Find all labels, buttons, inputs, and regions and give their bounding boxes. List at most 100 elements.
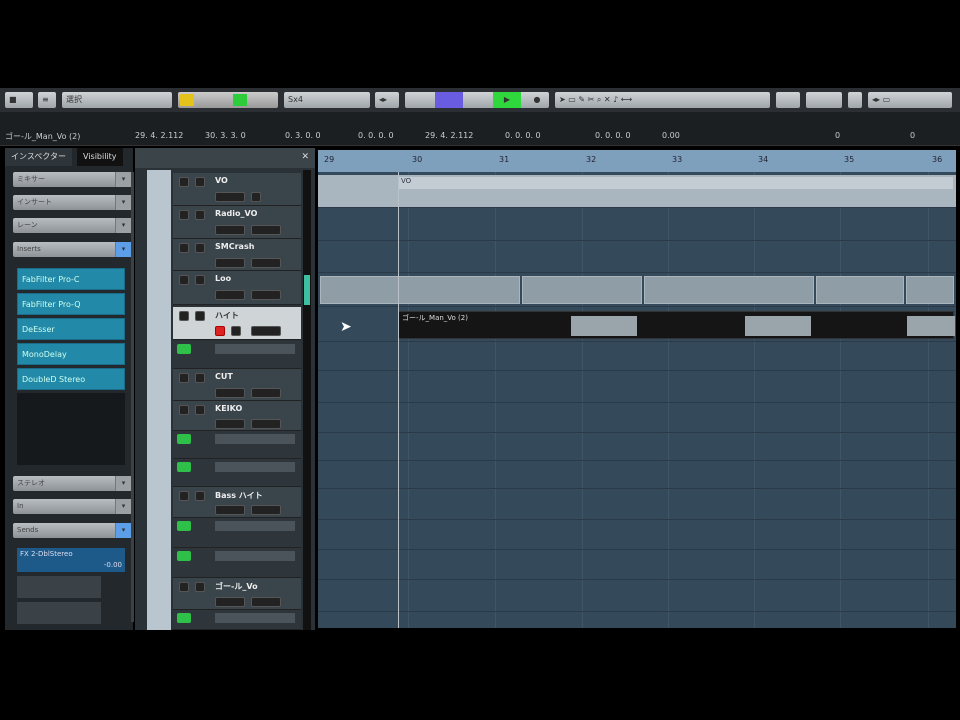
info-mute[interactable]: 0 (835, 131, 840, 140)
folder-lane-vo[interactable]: VO (318, 175, 956, 208)
mode-select[interactable]: 選択 (62, 92, 172, 108)
info-fadein[interactable]: 0. 0. 0. 0 (505, 131, 541, 140)
automation-parameter[interactable] (215, 521, 295, 531)
automation-active-button[interactable] (177, 434, 191, 444)
track-bass-haito[interactable]: Bass ハイト (173, 487, 301, 518)
empty-insert-slots[interactable] (17, 393, 125, 465)
info-snap[interactable]: 29. 4. 2.112 (425, 131, 473, 140)
audio-event[interactable] (906, 276, 954, 304)
read-write-button[interactable] (215, 290, 245, 300)
playhead-cursor[interactable] (398, 172, 399, 628)
send-slot[interactable] (17, 576, 101, 598)
automation-active-button[interactable] (177, 521, 191, 531)
audio-event[interactable] (644, 276, 814, 304)
solo-button[interactable] (195, 311, 205, 321)
monitor-button[interactable] (251, 597, 281, 607)
monitor-button[interactable] (251, 225, 281, 235)
info-volume[interactable]: 0.00 (662, 131, 680, 140)
read-write-button[interactable] (215, 225, 245, 235)
solo-button[interactable] (195, 275, 205, 285)
inspector-dropdown[interactable]: ミキサー ▾ (13, 172, 131, 187)
record-enable-button[interactable] (215, 326, 225, 336)
automation-active-button[interactable] (177, 462, 191, 472)
info-start[interactable]: 29. 4. 2.112 (135, 131, 183, 140)
mute-button[interactable] (179, 311, 189, 321)
lane-bass-haito[interactable] (318, 489, 956, 520)
lane-haito[interactable]: ゴー-ル_Man_Vo (2) ➤ (318, 309, 956, 342)
lane-automation[interactable] (318, 461, 956, 489)
solo-button[interactable] (195, 405, 205, 415)
automation-lane[interactable] (173, 431, 301, 459)
read-write-button[interactable] (215, 505, 245, 515)
quantize-button[interactable] (848, 92, 862, 108)
automation-parameter[interactable] (215, 434, 295, 444)
info-length[interactable]: 0. 3. 0. 0 (285, 131, 321, 140)
automation-lane[interactable] (173, 459, 301, 487)
audio-event[interactable] (522, 276, 642, 304)
tool-buttons[interactable]: ➤ ▭ ✎ ✂ ⌕ ✕ ♪ ⟷ (555, 92, 770, 108)
solo-button[interactable] (195, 177, 205, 187)
automation-active-button[interactable] (177, 551, 191, 561)
track-smcrash[interactable]: SMCrash (173, 239, 301, 271)
automation-lane[interactable] (173, 610, 301, 630)
info-offset[interactable]: 0. 0. 0. 0 (358, 131, 394, 140)
solo-button[interactable] (195, 243, 205, 253)
inspector-dropdown[interactable]: In ▾ (13, 499, 131, 514)
audio-event[interactable]: ゴー-ル_Man_Vo (2) (398, 311, 955, 339)
mute-button[interactable] (179, 582, 189, 592)
inspector-dropdown[interactable]: インサート ▾ (13, 195, 131, 210)
audio-event[interactable] (816, 276, 904, 304)
monitor-button[interactable] (231, 326, 241, 336)
send-level[interactable]: -0.00 (104, 561, 122, 569)
mute-button[interactable] (179, 373, 189, 383)
track-goal-vo[interactable]: ゴー-ル_Vo (173, 578, 301, 610)
automation-lane[interactable] (173, 341, 301, 369)
snap-button[interactable] (776, 92, 800, 108)
lane-goal-vo[interactable] (318, 580, 956, 612)
close-icon[interactable]: ✕ (301, 152, 309, 162)
inspector-dropdown[interactable]: ステレオ ▾ (13, 476, 131, 491)
read-write-button[interactable] (215, 258, 245, 268)
inserts-section[interactable]: Inserts ▾ (13, 242, 131, 257)
sends-section[interactable]: Sends ▾ (13, 523, 131, 538)
info-fadeout[interactable]: 0. 0. 0. 0 (595, 131, 631, 140)
insert-slot[interactable]: DoubleD Stereo (17, 368, 125, 390)
monitor-button[interactable] (251, 388, 281, 398)
event-name[interactable]: ゴー-ル_Man_Vo (2) (5, 131, 80, 142)
audio-event[interactable] (320, 276, 520, 304)
automation-parameter[interactable] (215, 551, 295, 561)
insert-slot[interactable]: FabFilter Pro-Q (17, 293, 125, 315)
send-slot[interactable]: FX 2-DblStereo -0.00 (17, 548, 125, 572)
inspector-scrollbar[interactable] (131, 172, 134, 622)
mute-button[interactable] (179, 491, 189, 501)
tab-inspector[interactable]: インスペクター (5, 148, 72, 166)
lane-loo[interactable] (318, 273, 956, 307)
mute-button[interactable] (179, 210, 189, 220)
ruler[interactable]: 29 30 31 32 33 34 35 36 (318, 150, 956, 172)
read-write-button[interactable] (215, 192, 245, 202)
lane-automation[interactable] (318, 433, 956, 461)
record-button[interactable]: ● (527, 92, 547, 108)
solo-button[interactable] (195, 373, 205, 383)
mute-button[interactable] (179, 275, 189, 285)
folder-part[interactable]: VO (398, 177, 953, 189)
lane-automation[interactable] (318, 550, 956, 580)
lane-automation[interactable] (318, 342, 956, 371)
scroll-thumb[interactable] (304, 275, 310, 305)
tab-visibility[interactable]: Visibility (77, 148, 123, 166)
monitor-button[interactable] (251, 505, 281, 515)
automation-active-button[interactable] (177, 613, 191, 623)
mute-button[interactable] (179, 405, 189, 415)
play-button[interactable]: ▶ (493, 92, 521, 108)
quantize-select[interactable]: ◂▸ ▭ (868, 92, 952, 108)
monitor-button[interactable] (251, 419, 281, 429)
lane-keiko[interactable] (318, 403, 956, 433)
track-keiko[interactable]: KEIKO (173, 401, 301, 431)
solo-button[interactable] (195, 491, 205, 501)
automation-parameter[interactable] (215, 462, 295, 472)
insert-slot[interactable]: DeEsser (17, 318, 125, 340)
automation-lane[interactable] (173, 518, 301, 548)
monitor-button[interactable] (251, 290, 281, 300)
lane-cut[interactable] (318, 371, 956, 403)
insert-slot[interactable]: MonoDelay (17, 343, 125, 365)
